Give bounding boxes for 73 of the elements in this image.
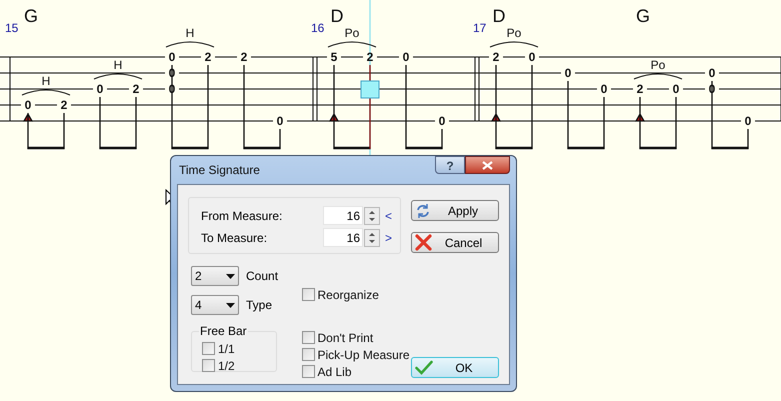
help-button[interactable]: ? — [435, 156, 465, 174]
checkbox-label: Don't Print — [318, 330, 374, 346]
dropdown[interactable]: 2 — [191, 266, 239, 286]
checkbox[interactable] — [202, 359, 215, 372]
fret-number: 2 — [366, 50, 374, 64]
spinner[interactable] — [364, 206, 380, 224]
chord-name: D — [330, 6, 344, 26]
slur-arc — [166, 42, 214, 48]
checkbox[interactable] — [302, 365, 314, 378]
chord-name: G — [24, 6, 38, 26]
step-button[interactable]: < — [385, 206, 392, 224]
fret-number: 2 — [132, 82, 140, 96]
measure-number: 17 — [473, 21, 486, 35]
slur-label: Po — [506, 26, 522, 40]
dropdown-label: Type — [246, 297, 272, 314]
fret-number: 0 — [744, 114, 752, 128]
check-icon — [415, 360, 433, 375]
checkbox-label: Reorganize — [318, 286, 379, 304]
group-title: Free Bar — [199, 323, 248, 340]
close-icon — [415, 234, 432, 251]
fret-number: 0 — [168, 50, 176, 64]
chord-name: G — [636, 6, 650, 26]
field-label: To Measure: — [200, 230, 268, 246]
checkbox-label: 1/2 — [218, 358, 235, 374]
fret-number: 0 — [276, 114, 284, 128]
field-label: From Measure: — [200, 208, 284, 224]
fret-number: 0 — [600, 82, 608, 96]
close-icon — [482, 160, 493, 170]
checkbox-label: 1/1 — [218, 340, 235, 358]
checkbox[interactable] — [202, 342, 215, 355]
number-field[interactable]: 16 — [323, 206, 363, 225]
fret-number: 0 — [24, 98, 32, 112]
measure-number: 15 — [5, 21, 18, 35]
checkbox[interactable] — [302, 288, 314, 301]
dropdown-arrow-icon — [226, 302, 235, 308]
fret-number: 0 — [438, 114, 446, 128]
dropdown[interactable]: 4 — [191, 295, 239, 315]
window-title: Time Signature — [178, 162, 260, 179]
number-field[interactable]: 16 — [323, 228, 363, 247]
slur-label: H — [186, 26, 194, 40]
checkbox-label: Pick-Up Measure — [318, 346, 410, 364]
chord-name: D — [492, 6, 506, 26]
slur-label: Po — [650, 58, 666, 72]
spinner[interactable] — [364, 228, 380, 246]
slur-label: H — [42, 74, 50, 88]
fret-number: 0 — [564, 66, 572, 80]
fret-number: 0 — [528, 50, 536, 64]
dropdown-arrow-icon — [226, 274, 235, 278]
slur-label: H — [114, 58, 122, 72]
checkbox[interactable] — [302, 331, 314, 344]
step-button[interactable]: > — [385, 228, 392, 246]
checkbox[interactable] — [302, 348, 314, 361]
dropdown-label: Count — [246, 268, 278, 285]
refresh-icon — [415, 202, 431, 218]
close-button[interactable] — [465, 156, 510, 174]
fret-number: 2 — [636, 82, 644, 96]
slur-label: Po — [344, 26, 360, 40]
slur-arc — [328, 42, 376, 48]
fret-number: 0 — [708, 66, 716, 80]
apply-button[interactable]: Apply — [411, 200, 499, 221]
measure-number: 16 — [311, 21, 324, 35]
ok-button[interactable]: OK — [411, 357, 499, 378]
fret-number: 0 — [402, 50, 410, 64]
fret-number: 2 — [204, 50, 212, 64]
cancel-button[interactable]: Cancel — [411, 232, 499, 253]
fret-number: 2 — [492, 50, 500, 64]
fret-number: 2 — [240, 50, 248, 64]
checkbox-label: Ad Lib — [318, 364, 352, 380]
fret-number: 2 — [60, 98, 68, 112]
slur-arc — [490, 42, 538, 48]
fret-number: 0 — [96, 82, 104, 96]
fret-number: 5 — [330, 50, 338, 64]
fret-number: 0 — [672, 82, 680, 96]
